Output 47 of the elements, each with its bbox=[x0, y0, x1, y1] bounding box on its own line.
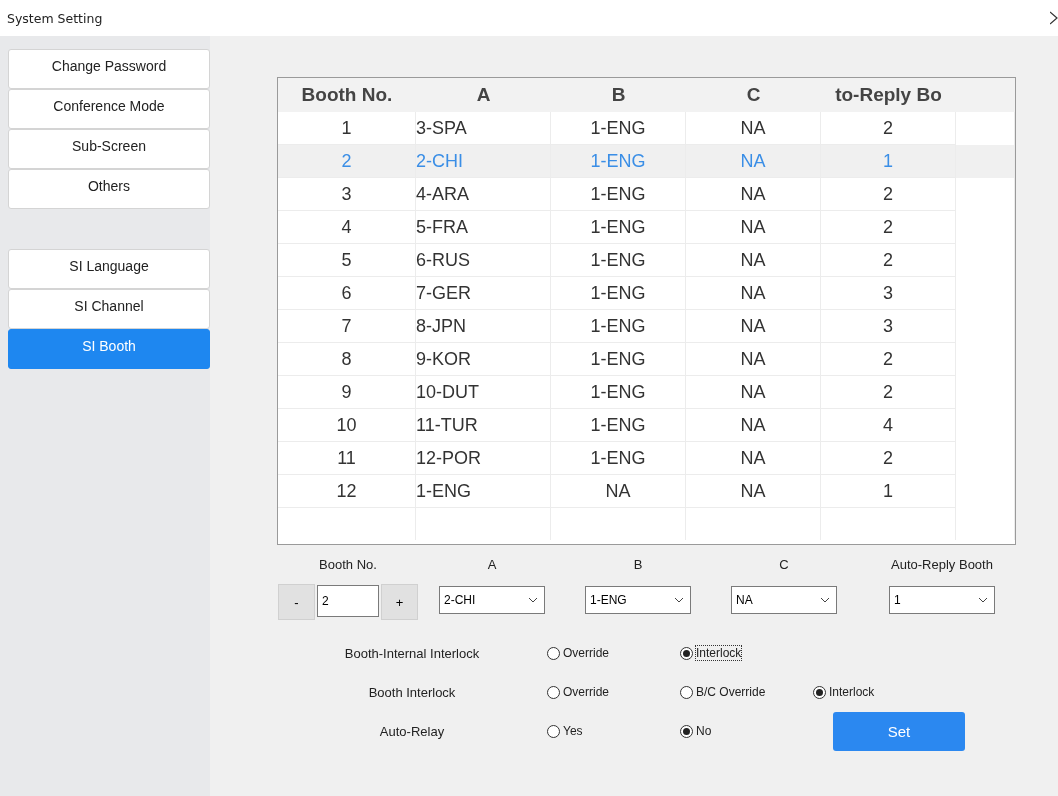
radio-label: Override bbox=[563, 646, 609, 660]
dropdown[interactable]: 2-CHI bbox=[439, 586, 545, 614]
table-row[interactable]: 9 10-DUT 1-ENG NA 2 bbox=[278, 376, 1015, 409]
radio-label: Override bbox=[563, 685, 609, 699]
table-row[interactable]: 5 6-RUS 1-ENG NA 2 bbox=[278, 244, 1015, 277]
table-row[interactable]: 1 3-SPA 1-ENG NA 2 bbox=[278, 112, 1015, 145]
option-label: Booth-Internal Interlock bbox=[343, 645, 481, 661]
sidebar-item[interactable]: SI Booth bbox=[8, 329, 210, 369]
booth-number-field[interactable]: 2 bbox=[317, 585, 379, 617]
column-header: B bbox=[610, 83, 627, 107]
sidebar-item[interactable]: Change Password bbox=[8, 49, 210, 89]
field-label: C bbox=[779, 557, 789, 572]
column-header: to-Reply Bo bbox=[834, 83, 943, 107]
table-row[interactable]: 3 4-ARA 1-ENG NA 2 bbox=[278, 178, 1015, 211]
field-label: Booth No. bbox=[319, 557, 377, 572]
table-row[interactable]: 6 7-GER 1-ENG NA 3 bbox=[278, 277, 1015, 310]
dropdown[interactable]: NA bbox=[731, 586, 837, 614]
table-row[interactable]: 12 1-ENG NA NA 1 bbox=[278, 475, 1015, 508]
sidebar-item[interactable]: Conference Mode bbox=[8, 89, 210, 129]
column-header: Booth No. bbox=[300, 83, 394, 107]
column-header: C bbox=[745, 83, 762, 107]
column-header: A bbox=[475, 83, 492, 107]
radio-label: B/C Override bbox=[696, 685, 766, 699]
sidebar-item[interactable]: SI Channel bbox=[8, 289, 210, 329]
table-row[interactable]: 7 8-JPN 1-ENG NA 3 bbox=[278, 310, 1015, 343]
decrement-button[interactable]: - bbox=[278, 584, 315, 620]
increment-button[interactable]: + bbox=[381, 584, 418, 620]
table-row[interactable]: 11 12-POR 1-ENG NA 2 bbox=[278, 442, 1015, 475]
dropdown[interactable]: 1-ENG bbox=[585, 586, 691, 614]
set-button[interactable]: Set bbox=[833, 711, 965, 751]
table-row[interactable]: 8 9-KOR 1-ENG NA 2 bbox=[278, 343, 1015, 376]
sidebar-item[interactable]: Sub-Screen bbox=[8, 129, 210, 169]
field-label: Auto-Reply Booth bbox=[891, 557, 993, 572]
radio-label: No bbox=[696, 724, 712, 738]
field-label: A bbox=[487, 557, 497, 572]
radio-label: Interlock bbox=[829, 685, 875, 699]
table-row[interactable]: 4 5-FRA 1-ENG NA 2 bbox=[278, 211, 1015, 244]
option-label: Auto-Relay bbox=[378, 723, 446, 739]
table-row[interactable]: 10 11-TUR 1-ENG NA 4 bbox=[278, 409, 1015, 442]
option-label: Booth Interlock bbox=[367, 684, 457, 700]
radio-label: Yes bbox=[563, 724, 583, 738]
sidebar-item[interactable]: SI Language bbox=[8, 249, 210, 289]
sidebar-item[interactable]: Others bbox=[8, 169, 210, 209]
window-title: System Setting bbox=[7, 10, 103, 26]
dropdown[interactable]: 1 bbox=[889, 586, 995, 614]
field-label: B bbox=[633, 557, 643, 572]
radio-label: Interlock bbox=[696, 646, 742, 660]
